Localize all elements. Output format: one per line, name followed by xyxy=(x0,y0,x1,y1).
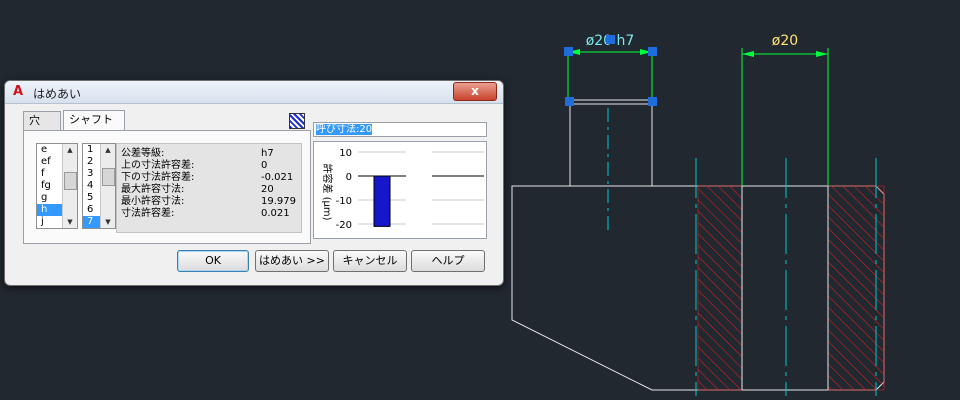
graph-tick-minus20: -20 xyxy=(336,220,352,231)
dialog-titlebar[interactable]: A はめあい x xyxy=(5,81,503,104)
grip-def-right[interactable] xyxy=(648,97,657,106)
grip-dim-text[interactable] xyxy=(606,35,615,44)
number-scroll-thumb[interactable] xyxy=(102,168,115,186)
help-button[interactable]: ヘルプ xyxy=(411,250,485,272)
dim-hole-arrow-right xyxy=(816,51,828,57)
number-listbox[interactable]: 1 2 3 4 5 6 7 ▲ ▼ xyxy=(82,143,116,229)
nominal-size-text: 呼び寸法:20 xyxy=(316,124,373,135)
grade-scroll-thumb[interactable] xyxy=(64,172,77,190)
close-button[interactable]: x xyxy=(453,82,497,101)
fit-expand-button[interactable]: はめあい >> xyxy=(255,250,329,272)
hatch-pattern-icon[interactable] xyxy=(289,113,305,129)
fit-dialog: A はめあい x 穴 シャフト e ef f fg g h j ▲ ▼ 1 2 … xyxy=(4,80,504,286)
number-scrollbar[interactable]: ▲ ▼ xyxy=(100,144,115,228)
scroll-up-arrow-icon[interactable]: ▲ xyxy=(63,144,77,156)
dialog-title: はめあい xyxy=(33,87,82,101)
scroll-down-arrow-icon[interactable]: ▼ xyxy=(63,216,77,228)
graph-tick-minus10: -10 xyxy=(336,196,352,207)
grade-scrollbar[interactable]: ▲ ▼ xyxy=(62,144,77,228)
scroll-down-arrow-icon[interactable]: ▼ xyxy=(101,216,115,228)
tab-hole[interactable]: 穴 xyxy=(23,111,61,131)
ok-button[interactable]: OK xyxy=(177,250,249,272)
autocad-app-icon: A xyxy=(13,84,24,99)
tab-shaft[interactable]: シャフト xyxy=(63,110,125,131)
graph-tick-0: 0 xyxy=(346,172,352,183)
cancel-button[interactable]: キャンセル xyxy=(333,250,407,272)
shaft-tab-panel: e ef f fg g h j ▲ ▼ 1 2 3 4 5 6 7 ▲ ▼ 公差… xyxy=(23,130,311,244)
grip-dim-right[interactable] xyxy=(648,47,657,56)
grip-def-left[interactable] xyxy=(565,97,574,106)
tolerance-graph: 許容差 (μm) 10 0 -10 -20 xyxy=(313,141,487,239)
grade-listbox[interactable]: e ef f fg g h j ▲ ▼ xyxy=(36,143,78,229)
dim-hole-text[interactable]: ø20 xyxy=(772,33,798,49)
grip-dim-left[interactable] xyxy=(564,47,573,56)
dim-hole-arrow-left xyxy=(742,51,754,57)
hatch-left-wall[interactable] xyxy=(697,185,743,391)
scroll-up-arrow-icon[interactable]: ▲ xyxy=(101,144,115,156)
graph-tolerance-bar xyxy=(373,175,391,227)
nominal-size-field[interactable]: 呼び寸法:20 xyxy=(313,122,487,137)
graph-tick-10: 10 xyxy=(339,148,352,159)
graph-ylabel: 許容差 (μm) xyxy=(321,163,334,220)
tolerance-info-box: 公差等級: h7 上の寸法許容差: 0 下の寸法許容差: -0.021 最大許容寸法:… xyxy=(116,143,302,233)
